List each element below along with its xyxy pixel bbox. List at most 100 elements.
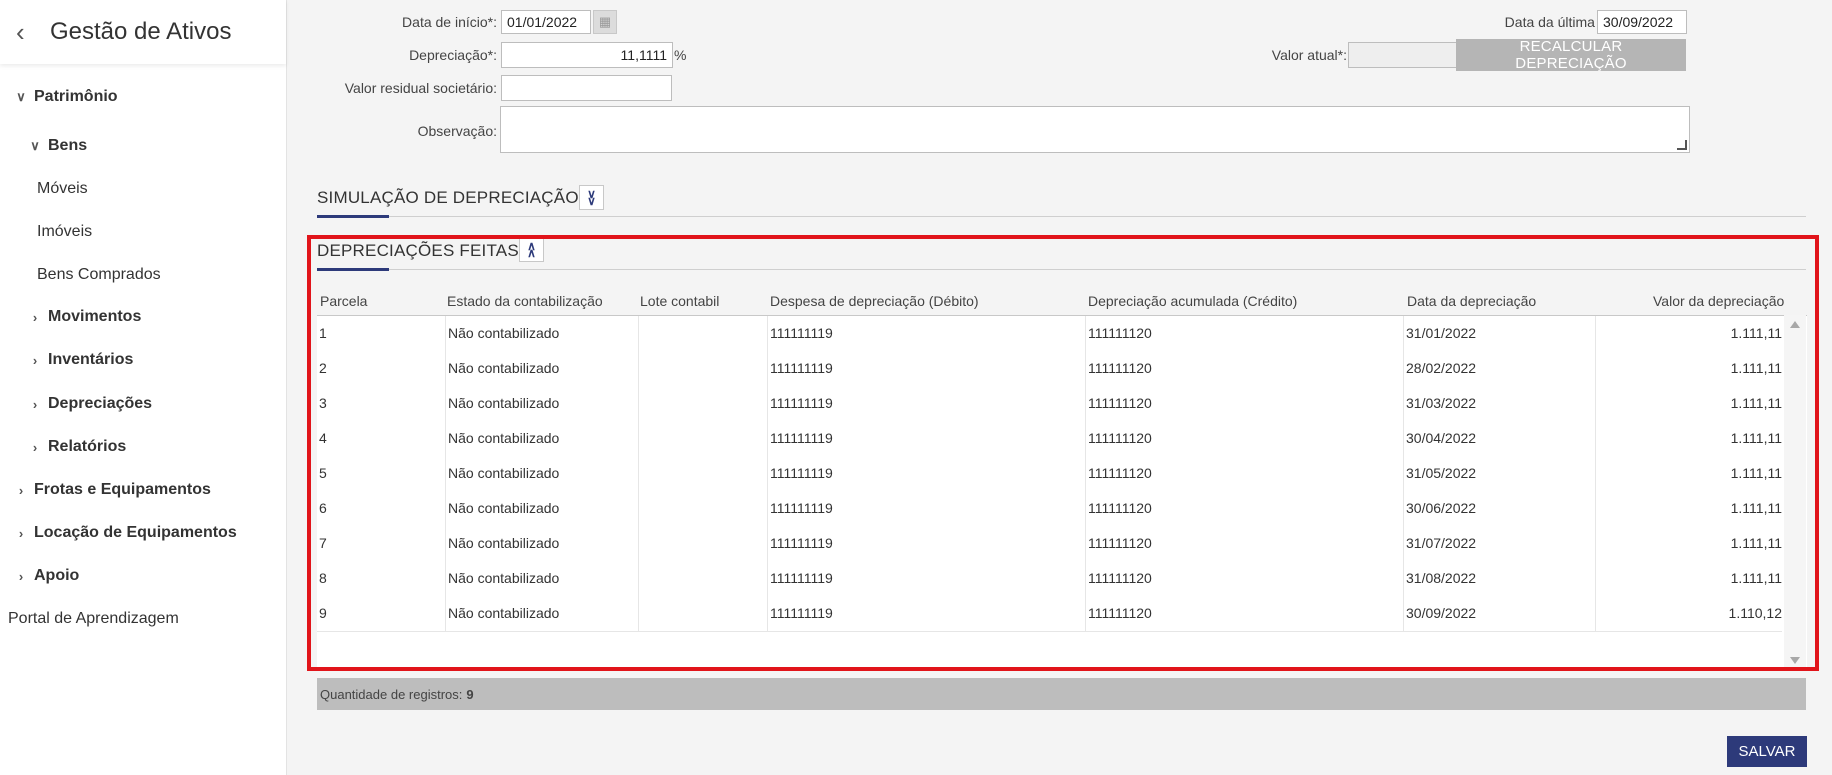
col-lote[interactable]: Lote contabil: [640, 293, 719, 309]
table-row[interactable]: 4 Não contabilizado 111111119 111111120 …: [317, 421, 1782, 457]
table-row[interactable]: 6 Não contabilizado 111111119 111111120 …: [317, 491, 1782, 527]
valor-residual-label: Valor residual societário:: [344, 80, 497, 96]
chevron-right-icon: ›: [32, 439, 38, 455]
nav-label: Imóveis: [37, 223, 93, 240]
cell-estado: Não contabilizado: [445, 386, 638, 421]
col-data[interactable]: Data da depreciação: [1407, 293, 1536, 309]
cell-estado: Não contabilizado: [445, 316, 638, 351]
ultima-depreciacao-input[interactable]: 30/09/2022: [1597, 10, 1687, 34]
recalcular-depreciacao-button[interactable]: RECALCULAR DEPRECIAÇÃO: [1456, 38, 1686, 72]
cell-parcela: 1: [319, 325, 327, 341]
nav-portal[interactable]: Portal de Aprendizagem: [8, 610, 179, 628]
chevron-right-icon: ›: [18, 525, 24, 541]
nav-apoio[interactable]: › Apoio: [12, 567, 80, 585]
table-row[interactable]: 7 Não contabilizado 111111119 111111120 …: [317, 526, 1782, 562]
cell-despesa: 111111119: [767, 561, 1085, 596]
table-row[interactable]: 2 Não contabilizado 111111119 111111120 …: [317, 351, 1782, 387]
nav-label: Portal de Aprendizagem: [8, 610, 179, 627]
table-scrollbar[interactable]: [1784, 315, 1806, 670]
col-acumulada[interactable]: Depreciação acumulada (Crédito): [1088, 293, 1297, 309]
cell-valor: 1.111,11: [1595, 491, 1782, 526]
cell-valor: 1.111,11: [1595, 386, 1782, 421]
record-count-bar: Quantidade de registros: 9: [317, 678, 1806, 710]
save-button[interactable]: SALVAR: [1727, 736, 1807, 767]
depreciacao-label: Depreciação*:: [409, 47, 497, 63]
nav-locacao[interactable]: › Locação de Equipamentos: [12, 524, 237, 542]
expand-down-icon[interactable]: ∨ ∨: [579, 185, 604, 210]
nav-moveis[interactable]: Móveis: [37, 180, 88, 198]
nav-depreciacoes[interactable]: › Depreciações: [26, 395, 152, 413]
col-valor[interactable]: Valor da depreciação: [1653, 293, 1784, 309]
nav-frotas[interactable]: › Frotas e Equipamentos: [12, 481, 211, 499]
observacao-textarea[interactable]: [500, 106, 1690, 153]
app-title: Gestão de Ativos: [50, 18, 232, 45]
scroll-down-icon[interactable]: [1790, 657, 1800, 664]
table-row[interactable]: 9 Não contabilizado 111111119 111111120 …: [317, 596, 1782, 632]
nav-label: Relatórios: [48, 438, 127, 455]
col-parcela[interactable]: Parcela: [320, 293, 367, 309]
resize-handle-icon[interactable]: [1677, 140, 1687, 150]
cell-estado: Não contabilizado: [445, 596, 638, 631]
cell-parcela: 5: [319, 465, 327, 481]
nav-label: Locação de Equipamentos: [34, 524, 237, 541]
table-row[interactable]: 1 Não contabilizado 111111119 111111120 …: [317, 316, 1782, 352]
cell-despesa: 111111119: [767, 456, 1085, 491]
back-arrow-icon[interactable]: ‹: [16, 19, 38, 45]
nav-label: Movimentos: [48, 308, 142, 325]
section-feitas-title: DEPRECIAÇÕES FEITAS: [317, 241, 519, 260]
main-content: Data de início*: 01/01/2022 ▦ Data da úl…: [287, 0, 1832, 775]
cell-lote: [638, 386, 767, 421]
cell-lote: [638, 596, 767, 631]
nav-label: Inventários: [48, 351, 134, 368]
data-inicio-input[interactable]: 01/01/2022: [501, 10, 591, 34]
nav-bens-comprados[interactable]: Bens Comprados: [37, 266, 161, 284]
cell-parcela: 4: [319, 430, 327, 446]
cell-valor: 1.111,11: [1595, 561, 1782, 596]
cell-acumulada: 111111120: [1085, 526, 1403, 561]
nav-relatorios[interactable]: › Relatórios: [26, 438, 126, 456]
cell-despesa: 111111119: [767, 316, 1085, 351]
sidebar-header: ‹ Gestão de Ativos: [0, 0, 286, 64]
cell-lote: [638, 316, 767, 351]
nav-bens[interactable]: ∨ Bens: [26, 137, 87, 155]
cell-data: 31/03/2022: [1403, 386, 1595, 421]
valor-atual-label: Valor atual*:: [1271, 47, 1347, 63]
chevron-right-icon: ›: [18, 568, 24, 584]
section-divider: [317, 269, 1806, 270]
depreciacoes-table: Parcela Estado da contabilização Lote co…: [317, 285, 1807, 670]
calendar-icon[interactable]: ▦: [593, 10, 617, 34]
sidebar: ‹ Gestão de Ativos ∨ Patrimônio ∨ Bens M…: [0, 0, 287, 775]
chevron-right-icon: ›: [32, 396, 38, 412]
table-row[interactable]: 8 Não contabilizado 111111119 111111120 …: [317, 561, 1782, 597]
valor-residual-input[interactable]: [501, 75, 672, 101]
cell-despesa: 111111119: [767, 421, 1085, 456]
cell-data: 30/09/2022: [1403, 596, 1595, 631]
depreciacao-input[interactable]: 11,1111: [501, 42, 673, 68]
cell-estado: Não contabilizado: [445, 456, 638, 491]
nav-inventarios[interactable]: › Inventários: [26, 351, 134, 369]
cell-despesa: 111111119: [767, 351, 1085, 386]
cell-parcela: 9: [319, 605, 327, 621]
table-row[interactable]: 5 Não contabilizado 111111119 111111120 …: [317, 456, 1782, 492]
nav-movimentos[interactable]: › Movimentos: [26, 308, 142, 326]
cell-data: 28/02/2022: [1403, 351, 1595, 386]
collapse-up-icon[interactable]: ∧ ∧: [519, 237, 544, 262]
cell-despesa: 111111119: [767, 386, 1085, 421]
observacao-label: Observação:: [417, 123, 497, 139]
cell-data: 31/07/2022: [1403, 526, 1595, 561]
scroll-up-icon[interactable]: [1790, 321, 1800, 328]
table-row[interactable]: 3 Não contabilizado 111111119 111111120 …: [317, 386, 1782, 422]
col-despesa[interactable]: Despesa de depreciação (Débito): [770, 293, 979, 309]
cell-valor: 1.111,11: [1595, 456, 1782, 491]
cell-estado: Não contabilizado: [445, 351, 638, 386]
chevron-right-icon: ›: [18, 482, 24, 498]
cell-lote: [638, 526, 767, 561]
nav-label: Depreciações: [48, 395, 153, 412]
col-estado[interactable]: Estado da contabilização: [447, 293, 603, 309]
nav-imoveis[interactable]: Imóveis: [37, 223, 92, 241]
chevron-down-icon: ∨: [30, 138, 40, 153]
nav-patrimonio[interactable]: ∨ Patrimônio: [12, 88, 117, 106]
cell-data: 30/06/2022: [1403, 491, 1595, 526]
cell-lote: [638, 491, 767, 526]
section-divider: [317, 216, 1806, 217]
